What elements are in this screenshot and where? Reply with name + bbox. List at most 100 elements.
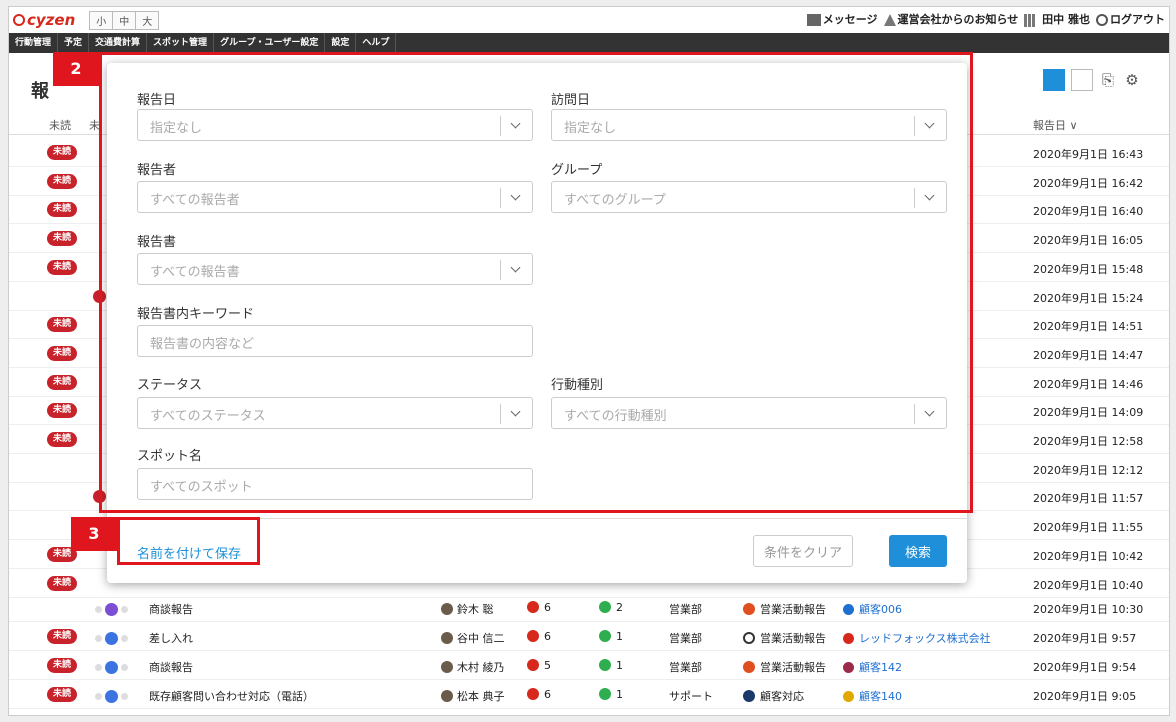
report-date: 2020年9月1日 16:43 (1033, 148, 1144, 161)
unread-badge: 未読 (47, 687, 78, 702)
status-icon (105, 603, 118, 616)
callout-number-3: 3 (71, 517, 117, 551)
heart-icon (527, 601, 539, 613)
unread-badge: 未読 (47, 432, 78, 447)
spot-cell[interactable]: レッドフォックス株式会社 (843, 630, 991, 646)
logout-link[interactable]: ログアウト (1096, 11, 1165, 27)
user-menu[interactable]: 田中 雅也 (1024, 11, 1090, 27)
report-date: 2020年9月1日 14:47 (1033, 348, 1144, 362)
status-dot-icon (121, 693, 128, 700)
report-title[interactable]: 差し入れ (149, 630, 193, 646)
col-report-date[interactable]: 報告日 ∨ (1033, 117, 1078, 133)
unread-badge: 未読 (47, 575, 78, 591)
group-cell: 営業部 (669, 632, 702, 645)
activity-cell: 営業活動報告 (743, 630, 826, 646)
spot-name: レッドフォックス株式会社 (859, 632, 991, 645)
reporter-cell: 谷中 信二 (441, 630, 505, 646)
nav-schedule[interactable]: 予定 (58, 33, 90, 53)
list-view-icon[interactable] (1043, 69, 1065, 91)
spot-cell[interactable]: 顧客142 (843, 659, 902, 675)
reporter-name: 松本 典子 (457, 690, 505, 703)
message-link[interactable]: メッセージ (806, 11, 878, 27)
logo-ring-icon (13, 14, 25, 26)
report-date: 2020年9月1日 10:42 (1033, 549, 1144, 563)
font-size-medium[interactable]: 中 (113, 11, 137, 29)
comments-count: 2 (616, 601, 623, 614)
spot-cell[interactable]: 顧客140 (843, 688, 902, 704)
nav-help[interactable]: ヘルプ (356, 33, 397, 53)
comment-icon (599, 688, 611, 700)
status-dot-icon (95, 693, 102, 700)
detail-view-icon[interactable] (1071, 69, 1093, 91)
font-size-small[interactable]: 小 (90, 11, 114, 29)
comment-icon (599, 659, 611, 671)
report-date: 2020年9月1日 9:57 (1033, 632, 1137, 645)
gear-icon[interactable]: ⚙ (1123, 71, 1141, 89)
comments-cell: 2 (599, 601, 623, 614)
status-dots[interactable] (95, 603, 128, 616)
comments-cell: 1 (599, 659, 623, 672)
unread-badge: 未読 (47, 173, 78, 189)
table-row[interactable]: 未読 差し入れ 谷中 信二 6 1 営業部 営業活動報告 レッドフォックス株式会社 2020年9… (9, 622, 1169, 651)
table-row[interactable]: 未読 既存顧客問い合わせ対応（電話） 松本 典子 6 1 サポート 顧客対応 顧客140 202… (9, 680, 1169, 709)
comments-count: 1 (616, 688, 623, 701)
spot-icon (843, 633, 854, 644)
status-dot-icon (121, 635, 128, 642)
spot-name: 顧客140 (859, 690, 902, 703)
activity-name: 営業活動報告 (760, 632, 826, 645)
activity-icon (743, 632, 755, 644)
likes-count: 6 (544, 688, 551, 701)
cyzen-logo[interactable]: cyzen (13, 11, 75, 29)
activity-icon (743, 661, 755, 673)
spot-icon (843, 604, 854, 615)
font-size-large[interactable]: 大 (136, 11, 159, 29)
callout-number-2: 2 (53, 52, 99, 86)
unread-badge: 未読 (47, 317, 78, 333)
report-title[interactable]: 既存顧客問い合わせ対応（電話） (149, 688, 314, 704)
notice-label: 運営会社からのお知らせ (897, 13, 1019, 26)
report-title[interactable]: 商談報告 (149, 601, 193, 617)
reporter-name: 鈴木 聡 (457, 603, 494, 616)
col-unread: 未読 (49, 119, 71, 132)
unread-badge: 未読 (47, 202, 78, 218)
status-dots[interactable] (95, 690, 128, 703)
likes-count: 6 (544, 630, 551, 643)
report-date: 2020年9月1日 15:48 (1033, 262, 1144, 276)
avatar (441, 661, 453, 673)
unread-badge: 未読 (47, 629, 78, 644)
nav-spot[interactable]: スポット管理 (147, 33, 215, 53)
comment-icon (599, 630, 611, 642)
likes-cell: 6 (527, 688, 551, 701)
callout-box-3 (117, 517, 260, 565)
unread-badge: 未読 (47, 231, 78, 247)
nav-group-user[interactable]: グループ・ユーザー設定 (214, 33, 326, 53)
table-row[interactable]: 商談報告 鈴木 聡 6 2 営業部 営業活動報告 顧客006 2020年9月1日 10:30 (9, 593, 1169, 622)
top-right-links: メッセージ 運営会社からのお知らせ 田中 雅也 ログアウト (806, 11, 1165, 27)
status-dot-icon (95, 664, 102, 671)
report-date: 2020年9月1日 11:55 (1033, 521, 1144, 535)
search-button[interactable]: 検索 (889, 535, 947, 567)
unread-badge: 未読 (47, 145, 78, 160)
spot-name: 顧客006 (859, 603, 902, 616)
message-label: メッセージ (822, 13, 878, 26)
nav-expense[interactable]: 交通費計算 (89, 33, 148, 53)
report-title[interactable]: 商談報告 (149, 659, 193, 675)
notice-link[interactable]: 運営会社からのお知らせ (883, 11, 1019, 27)
reporter-cell: 松本 典子 (441, 688, 505, 704)
nav-activity[interactable]: 行動管理 (9, 33, 59, 53)
status-dots[interactable] (95, 661, 128, 674)
status-dot-icon (121, 606, 128, 613)
status-dots[interactable] (95, 632, 128, 645)
activity-cell: 顧客対応 (743, 688, 804, 704)
table-row[interactable]: 未読 商談報告 木村 綾乃 5 1 営業部 営業活動報告 顧客142 2020年9月1日 9:5… (9, 651, 1169, 680)
clear-conditions-button[interactable]: 条件をクリア (753, 535, 853, 567)
spot-cell[interactable]: 顧客006 (843, 601, 902, 617)
spot-icon (843, 662, 854, 673)
report-date: 2020年9月1日 11:57 (1033, 492, 1144, 506)
nav-settings[interactable]: 設定 (325, 33, 357, 53)
comments-cell: 1 (599, 630, 623, 643)
top-bar: cyzen 小 中 大 メッセージ 運営会社からのお知らせ 田中 雅也 ログアウ… (9, 7, 1169, 33)
main-nav: 行動管理 予定 交通費計算 スポット管理 グループ・ユーザー設定 設定 ヘルプ (9, 33, 1169, 53)
export-icon[interactable]: ⎘ (1099, 71, 1117, 89)
avatar (441, 690, 453, 702)
